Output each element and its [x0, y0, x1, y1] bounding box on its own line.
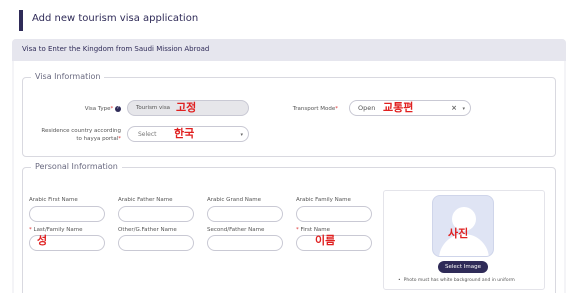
clear-icon[interactable]: × — [451, 104, 457, 112]
annotation-first-name: 이름 — [315, 234, 336, 247]
arabic-grand-name-input[interactable] — [207, 206, 283, 222]
visa-information-legend: Visa Information — [31, 72, 105, 81]
arabic-first-name-label: Arabic First Name — [29, 197, 78, 203]
photo-note: Photo must has white background and in u… — [398, 278, 515, 283]
title-accent-bar — [19, 10, 23, 31]
arabic-first-name-input[interactable] — [29, 206, 105, 222]
second-father-name-label: Second/Father Name — [207, 227, 265, 233]
annotation-photo: 사진 — [448, 227, 469, 240]
personal-information-legend: Personal Information — [31, 162, 122, 171]
annotation-fixed: 고정 — [176, 101, 197, 114]
arabic-father-name-label: Arabic Father Name — [118, 197, 173, 203]
visa-type-label: Visa Type* ? — [84, 105, 121, 112]
photo-panel: 사진 Select Image Photo must has white bac… — [383, 190, 545, 290]
personal-information-section: Personal Information Arabic First Name A… — [22, 162, 556, 293]
arabic-family-name-label: Arabic Family Name — [296, 197, 351, 203]
second-father-name-input[interactable] — [207, 235, 283, 251]
chevron-down-icon[interactable]: ▾ — [462, 106, 465, 112]
arabic-father-name-input[interactable] — [118, 206, 194, 222]
chevron-down-icon[interactable]: ▾ — [240, 132, 243, 138]
annotation-transport: 교통편 — [383, 101, 414, 114]
help-icon[interactable]: ? — [115, 105, 121, 112]
residence-country-label: Residence country according to hayya por… — [41, 128, 121, 142]
visa-card: Visa to Enter the Kingdom from Saudi Mis… — [12, 39, 566, 293]
card-header-title: Visa to Enter the Kingdom from Saudi Mis… — [22, 45, 210, 53]
other-father-name-input[interactable] — [118, 235, 194, 251]
page-title: Add new tourism visa application — [32, 13, 199, 24]
transport-mode-label: Transport Mode* — [292, 106, 338, 112]
visa-information-section: Visa Information Visa Type* ? Tourism vi… — [22, 72, 556, 157]
select-image-button[interactable]: Select Image — [438, 261, 488, 273]
page-header: Add new tourism visa application — [0, 0, 567, 38]
card-header: Visa to Enter the Kingdom from Saudi Mis… — [12, 39, 566, 61]
annotation-country: 한국 — [174, 127, 195, 140]
arabic-family-name-input[interactable] — [296, 206, 372, 222]
card-body: Visa Information Visa Type* ? Tourism vi… — [14, 61, 564, 293]
annotation-last-name: 성 — [37, 234, 48, 247]
arabic-grand-name-label: Arabic Grand Name — [207, 197, 262, 203]
other-father-name-label: Other/G.Father Name — [118, 227, 177, 233]
